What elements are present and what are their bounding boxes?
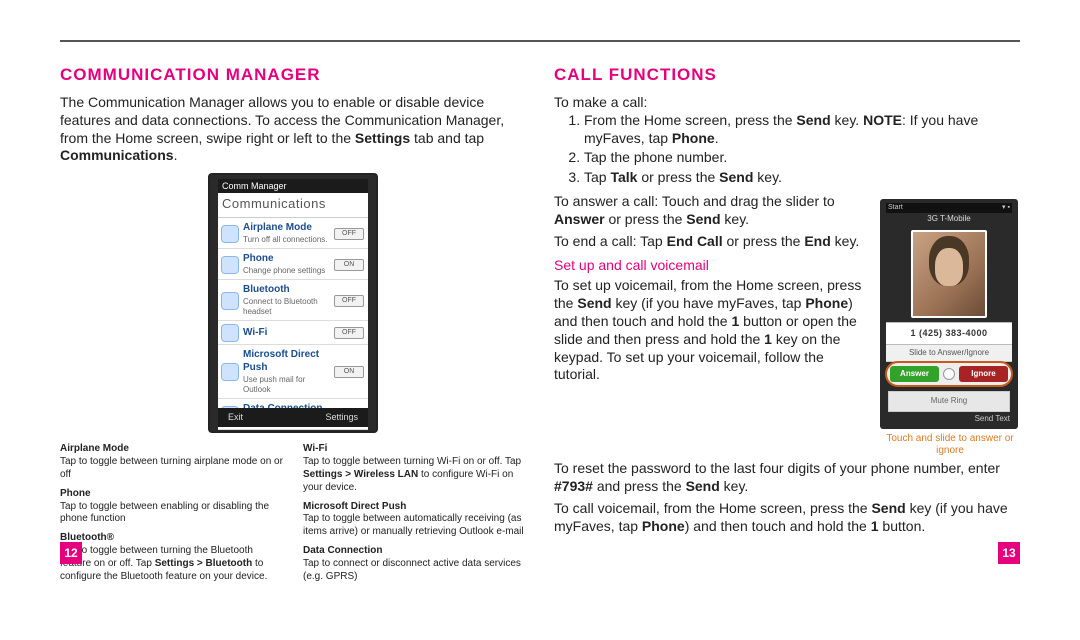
setting-text: Microsoft Direct PushUse push mail for O… xyxy=(243,349,329,395)
mock-setting-row: Airplane ModeTurn off all connections. OF… xyxy=(218,218,368,249)
setting-icon xyxy=(222,325,238,341)
ans-status-bar: Start ▾ ▪ xyxy=(886,203,1012,213)
definitions-col-1: Airplane Mode Tap to toggle between turni… xyxy=(60,443,283,589)
slider-handle-icon xyxy=(943,368,955,380)
caller-photo xyxy=(911,230,987,318)
page-number-right: 13 xyxy=(998,542,1020,564)
setting-sublabel: Turn off all connections. xyxy=(243,235,329,245)
comm-manager-screenshot: Comm Manager Communications Airplane Mod… xyxy=(208,173,378,433)
definition-term: Phone xyxy=(60,488,91,499)
setting-text: BluetoothConnect to Bluetooth headset xyxy=(243,284,329,317)
step: From the Home screen, press the Send key… xyxy=(584,112,1020,148)
setting-toggle: OFF xyxy=(334,327,364,339)
setting-label: Airplane Mode xyxy=(243,222,329,235)
voicemail-reset: To reset the password to the last four d… xyxy=(554,460,1020,496)
setting-icon xyxy=(222,257,238,273)
setting-sublabel: Connect to Bluetooth headset xyxy=(243,297,329,317)
definition-desc: Tap to toggle between automatically rece… xyxy=(303,513,524,537)
setting-icon xyxy=(222,364,238,380)
setting-text: Airplane ModeTurn off all connections. xyxy=(243,222,329,245)
slide-instruction: Slide to Answer/Ignore xyxy=(886,345,1012,362)
definition: Airplane Mode Tap to toggle between turni… xyxy=(60,443,283,481)
mock-softkey-left: Exit xyxy=(228,412,243,424)
signal-icon: ▾ ▪ xyxy=(1002,203,1010,213)
voicemail-call: To call voicemail, from the Home screen,… xyxy=(554,500,1020,536)
definitions-col-2: Wi-Fi Tap to toggle between turning Wi-Fi… xyxy=(303,443,526,589)
mock-setting-row: PhoneChange phone settings ON xyxy=(218,249,368,280)
definition: Bluetooth®Tap to toggle between turning … xyxy=(60,532,283,583)
step: Tap Talk or press the Send key. xyxy=(584,169,1020,187)
mock-softkey-right: Settings xyxy=(325,412,358,424)
make-call-lead: To make a call: xyxy=(554,94,1020,112)
figure-caption: Touch and slide to answer or ignore xyxy=(880,433,1020,456)
definition-desc: Tap to toggle between turning the Blueto… xyxy=(60,545,267,582)
ans-carrier: 3G T-Mobile xyxy=(886,213,1012,226)
setting-label: Phone xyxy=(243,253,329,266)
make-call-steps: From the Home screen, press the Send key… xyxy=(584,112,1020,188)
definition-term: Data Connection xyxy=(303,545,382,556)
section-title-left: Communication Manager xyxy=(60,64,526,86)
ans-status-left: Start xyxy=(888,203,903,213)
setting-icon xyxy=(222,226,238,242)
step: Tap the phone number. xyxy=(584,149,1020,167)
mock-status-bar: Comm Manager xyxy=(218,179,368,193)
ignore-button: Ignore xyxy=(959,366,1008,382)
mock-settings-list: Airplane ModeTurn off all connections. OF… xyxy=(218,218,368,430)
page-number-left: 12 xyxy=(60,542,82,564)
setting-toggle: ON xyxy=(334,366,364,378)
setting-icon xyxy=(222,293,238,309)
setting-toggle: OFF xyxy=(334,295,364,307)
setting-toggle: ON xyxy=(334,259,364,271)
page-left: Communication Manager The Communication … xyxy=(60,42,540,570)
setting-sublabel: Change phone settings xyxy=(243,266,329,276)
section-title-right: Call Functions xyxy=(554,64,1020,86)
definition-desc: Tap to toggle between enabling or disabl… xyxy=(60,501,269,525)
setting-label: Wi-Fi xyxy=(243,327,329,340)
definition: Wi-Fi Tap to toggle between turning Wi-Fi… xyxy=(303,443,526,494)
definition: Data Connection Tap to connect or disconn… xyxy=(303,545,526,583)
send-text-softkey: Send Text xyxy=(886,412,1012,424)
definition-term: Microsoft Direct Push xyxy=(303,501,406,512)
definition: Phone Tap to toggle between enabling or d… xyxy=(60,488,283,526)
setting-label: Microsoft Direct Push xyxy=(243,349,329,375)
page-right: Call Functions To make a call: From the … xyxy=(540,42,1020,570)
setting-sublabel: Use push mail for Outlook xyxy=(243,375,329,395)
definition-desc: Tap to toggle between turning Wi-Fi on o… xyxy=(303,456,521,493)
setting-text: PhoneChange phone settings xyxy=(243,253,329,276)
mute-ring-button: Mute Ring xyxy=(888,391,1010,411)
definitions: Airplane Mode Tap to toggle between turni… xyxy=(60,443,526,589)
mock-softkeys: Exit Settings xyxy=(218,408,368,428)
setting-label: Bluetooth xyxy=(243,284,329,297)
definition-term: Wi-Fi xyxy=(303,443,327,454)
definition-desc: Tap to connect or disconnect active data… xyxy=(303,558,521,582)
setting-text: Wi-Fi xyxy=(243,327,329,340)
mock-status-label: Comm Manager xyxy=(222,181,287,191)
page-spread: Communication Manager The Communication … xyxy=(0,42,1080,580)
mock-setting-row: BluetoothConnect to Bluetooth headset OFF xyxy=(218,280,368,321)
caller-number: 1 (425) 383-4000 xyxy=(886,322,1012,346)
intro-paragraph: The Communication Manager allows you to … xyxy=(60,94,526,166)
answer-call-figure: Start ▾ ▪ 3G T-Mobile 1 (425) 383-4000 S… xyxy=(880,199,1020,456)
answer-call-screenshot: Start ▾ ▪ 3G T-Mobile 1 (425) 383-4000 S… xyxy=(880,199,1018,429)
setting-toggle: OFF xyxy=(334,228,364,240)
mock-setting-row: Microsoft Direct PushUse push mail for O… xyxy=(218,345,368,399)
definition-term: Airplane Mode xyxy=(60,443,129,454)
answer-button: Answer xyxy=(890,366,939,382)
definition-desc: Tap to toggle between turning airplane m… xyxy=(60,456,283,480)
definition: Microsoft Direct PushTap to toggle betwe… xyxy=(303,501,526,539)
mock-setting-row: Wi-Fi OFF xyxy=(218,321,368,345)
answer-ignore-slider: Answer Ignore xyxy=(886,362,1012,386)
mock-screen-title: Communications xyxy=(218,193,368,218)
